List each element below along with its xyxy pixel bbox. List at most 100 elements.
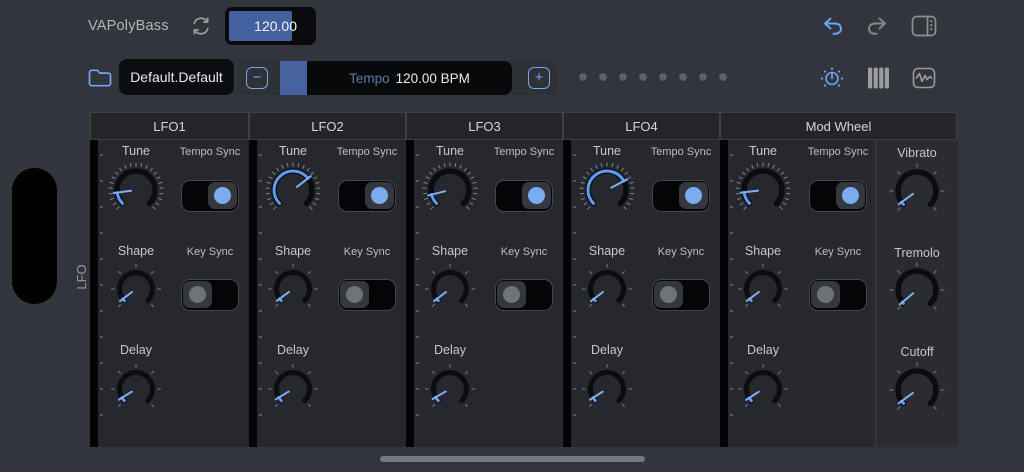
page-dot[interactable] <box>678 72 688 82</box>
tempo_sync-label: Tempo Sync <box>493 146 555 158</box>
shape-knob[interactable] <box>733 259 793 319</box>
mod-wheel-targets-column: Vibrato Tremolo Cutoff <box>875 140 958 447</box>
tremolo-knob[interactable] <box>887 260 947 320</box>
tempo-minus-button[interactable]: − <box>246 67 268 89</box>
preset-select-button[interactable]: Default.Default <box>119 59 234 95</box>
vibrato-knob[interactable] <box>887 161 947 221</box>
preset-name: Default.Default <box>130 69 223 85</box>
delay-label: Delay <box>277 343 309 357</box>
key_sync-toggle[interactable] <box>338 279 396 311</box>
delay-knob[interactable] <box>420 359 480 419</box>
tune-knob[interactable] <box>106 160 166 220</box>
panel-lfo4: LFO4 Tune Shape Delay Tempo Sync Key Sync <box>563 112 720 447</box>
page-dot[interactable] <box>658 72 668 82</box>
page-dot[interactable] <box>698 72 708 82</box>
tune-knob[interactable] <box>420 160 480 220</box>
shape-knob[interactable] <box>577 259 637 319</box>
panel-lfo2: LFO2 Tune Shape Delay Tempo Sync Key Sync <box>249 112 406 447</box>
toggle-thumb <box>497 281 526 308</box>
panel-title-lfo4: LFO4 <box>563 112 720 140</box>
toggle-thumb <box>183 281 212 308</box>
panel-body-lfo2: Tune Shape Delay Tempo Sync Key Sync <box>249 140 406 447</box>
toggle-dot <box>189 286 206 303</box>
page-dot[interactable] <box>598 72 608 82</box>
group-label: LFO <box>74 264 89 290</box>
toggle-thumb <box>836 182 865 209</box>
shape-knob[interactable] <box>263 259 323 319</box>
toggle-thumb <box>811 281 840 308</box>
page-indicator <box>578 72 738 82</box>
tempo_sync-toggle[interactable] <box>495 180 553 212</box>
undo-icon[interactable] <box>818 13 846 38</box>
toggle-thumb <box>522 182 551 209</box>
tempo-slider-handle[interactable] <box>280 61 307 95</box>
side-drag-handle[interactable] <box>12 168 57 304</box>
cutoff-knob[interactable] <box>887 360 947 420</box>
tempo_sync-toggle[interactable] <box>809 180 867 212</box>
layout-panel-icon[interactable] <box>908 11 940 40</box>
key_sync-label: Key Sync <box>500 246 548 258</box>
tempo_sync-label: Tempo Sync <box>179 146 241 158</box>
panel-title-mod-wheel: Mod Wheel <box>720 112 957 140</box>
tempo-stepper: − Tempo 120.00 BPM + <box>238 61 558 95</box>
delay-knob[interactable] <box>263 359 323 419</box>
tempo_sync-toggle[interactable] <box>338 180 396 212</box>
key_sync-toggle[interactable] <box>652 279 710 311</box>
tempo_sync-toggle[interactable] <box>652 180 710 212</box>
sync-icon[interactable] <box>188 13 214 39</box>
tempo_sync-toggle[interactable] <box>181 180 239 212</box>
page-dot[interactable] <box>638 72 648 82</box>
waveform-icon[interactable] <box>909 64 939 92</box>
dial-icon[interactable] <box>818 64 846 92</box>
toggle-thumb <box>340 281 369 308</box>
tempo-number-selection: 120.00 <box>229 11 297 41</box>
piano-icon[interactable] <box>864 64 892 92</box>
shape-knob[interactable] <box>420 259 480 319</box>
tune-knob[interactable] <box>577 160 637 220</box>
toggle-dot <box>371 187 388 204</box>
toggle-thumb <box>654 281 683 308</box>
shape-knob[interactable] <box>106 259 166 319</box>
panel-body-lfo3: Tune Shape Delay Tempo Sync Key Sync <box>406 140 563 447</box>
panel-title-lfo2: LFO2 <box>249 112 406 140</box>
panel-title-lfo3: LFO3 <box>406 112 563 140</box>
page-dot[interactable] <box>578 72 588 82</box>
panel-body-lfo4: Tune Shape Delay Tempo Sync Key Sync <box>563 140 720 447</box>
cutoff-label: Cutoff <box>900 345 934 359</box>
key_sync-label: Key Sync <box>343 246 391 258</box>
tune-knob[interactable] <box>263 160 323 220</box>
delay-knob[interactable] <box>577 359 637 419</box>
key_sync-toggle[interactable] <box>181 279 239 311</box>
panel-lfo1: LFO1 Tune Shape Delay Tempo Sync Key Sync <box>90 112 249 447</box>
page-dot[interactable] <box>618 72 628 82</box>
toggle-dot <box>660 286 677 303</box>
toggle-thumb <box>679 182 708 209</box>
delay-label: Delay <box>591 343 623 357</box>
horizontal-scrollbar[interactable] <box>380 456 645 462</box>
toggle-dot <box>842 187 859 204</box>
delay-knob[interactable] <box>106 359 166 419</box>
key_sync-toggle[interactable] <box>495 279 553 311</box>
panel-mod-wheel: Mod Wheel Tune Shape Delay Tempo Sync Key Syn… <box>720 112 958 447</box>
key_sync-toggle[interactable] <box>809 279 867 311</box>
tempo-slider-track[interactable]: Tempo 120.00 BPM <box>307 61 512 95</box>
app-title: VAPolyBass <box>88 18 169 34</box>
folder-icon[interactable] <box>85 64 115 92</box>
vibrato-label: Vibrato <box>897 146 937 160</box>
tune-knob[interactable] <box>733 160 793 220</box>
app-window: VAPolyBass 120.00 Default.Default − Temp… <box>0 0 1024 472</box>
panel-title-lfo1: LFO1 <box>90 112 249 140</box>
toggle-dot <box>528 187 545 204</box>
toggle-dot <box>685 187 702 204</box>
toggle-dot <box>346 286 363 303</box>
delay-knob[interactable] <box>733 359 793 419</box>
redo-icon[interactable] <box>864 13 892 38</box>
toggle-dot <box>817 286 834 303</box>
tempo-number-field[interactable]: 120.00 <box>225 7 316 45</box>
tempo-label: Tempo <box>349 70 390 86</box>
tempo-plus-button[interactable]: + <box>528 67 550 89</box>
tempo-bpm-value: 120.00 BPM <box>395 70 470 86</box>
delay-label: Delay <box>747 343 779 357</box>
page-dot[interactable] <box>718 72 728 82</box>
panel-body-mod-wheel: Tune Shape Delay Tempo Sync Key Sync Vibrato T… <box>720 140 958 447</box>
